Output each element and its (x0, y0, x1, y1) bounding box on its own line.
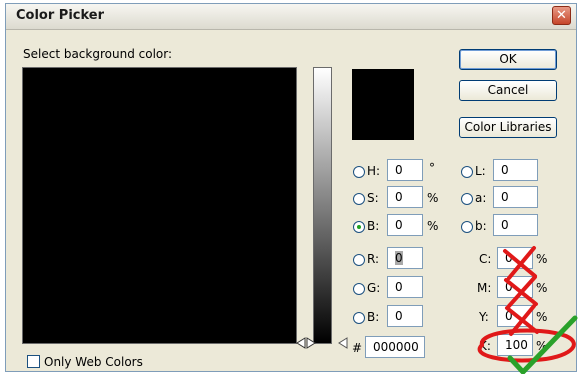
ok-button[interactable]: OK (459, 49, 557, 70)
radio-g[interactable] (353, 283, 365, 295)
title-bar: Color Picker ✕ (6, 4, 576, 30)
k-label: K: (479, 339, 491, 353)
m-field[interactable]: 0 (497, 276, 533, 298)
s-field[interactable]: 0 (387, 186, 423, 208)
hex-label: # (352, 341, 363, 355)
prompt-label: Select background color: (23, 47, 173, 61)
y-label: Y: (479, 310, 489, 324)
y-unit: % (536, 310, 548, 324)
b-field[interactable]: 0 (387, 214, 423, 236)
m-label: M: (477, 281, 492, 295)
l-label: L: (475, 164, 486, 178)
s-label: S: (367, 191, 379, 205)
radio-r[interactable] (353, 254, 365, 266)
hue-slider[interactable] (313, 67, 332, 344)
g-label: G: (367, 281, 381, 295)
y-field[interactable]: 0 (497, 305, 533, 327)
a-label: a: (475, 191, 487, 205)
close-icon: ✕ (556, 8, 567, 23)
h-unit: ° (429, 161, 435, 175)
color-field[interactable] (22, 67, 297, 344)
k-field[interactable]: 100 (497, 334, 533, 356)
slider-arrows[interactable] (296, 337, 316, 349)
slider-arrow-left-icon (296, 337, 306, 349)
r-field[interactable]: 0 (387, 247, 423, 269)
blue-label: B: (367, 310, 380, 324)
only-web-colors-checkbox[interactable] (27, 355, 40, 368)
lab-b-label: b: (475, 219, 487, 233)
m-unit: % (536, 281, 548, 295)
r-value-selected: 0 (395, 251, 403, 265)
lab-b-field[interactable]: 0 (493, 214, 538, 236)
h-label: H: (367, 164, 381, 178)
gamut-warning-icon (338, 337, 348, 349)
radio-l[interactable] (461, 166, 473, 178)
c-unit: % (536, 252, 548, 266)
r-label: R: (367, 252, 380, 266)
a-field[interactable]: 0 (493, 186, 538, 208)
blue-field[interactable]: 0 (387, 305, 423, 327)
cancel-button[interactable]: Cancel (459, 80, 557, 101)
dialog-title: Color Picker (16, 8, 105, 23)
b-unit: % (427, 219, 439, 233)
current-color-swatch (352, 69, 414, 140)
h-field[interactable]: 0 (387, 159, 423, 181)
k-unit: % (536, 339, 548, 353)
c-label: C: (479, 252, 492, 266)
color-libraries-button[interactable]: Color Libraries (459, 117, 557, 138)
radio-a[interactable] (461, 193, 473, 205)
only-web-colors-label: Only Web Colors (44, 355, 143, 369)
close-button[interactable]: ✕ (552, 6, 571, 25)
radio-h[interactable] (353, 166, 365, 178)
hex-field[interactable]: 000000 (365, 336, 425, 358)
g-field[interactable]: 0 (387, 276, 423, 298)
l-field[interactable]: 0 (493, 159, 538, 181)
s-unit: % (427, 191, 439, 205)
radio-b[interactable] (353, 221, 365, 233)
radio-s[interactable] (353, 193, 365, 205)
radio-lab-b[interactable] (461, 221, 473, 233)
c-field[interactable]: 0 (497, 247, 533, 269)
b-label: B: (367, 219, 380, 233)
radio-blue[interactable] (353, 312, 365, 324)
slider-arrow-right-icon (306, 337, 316, 349)
